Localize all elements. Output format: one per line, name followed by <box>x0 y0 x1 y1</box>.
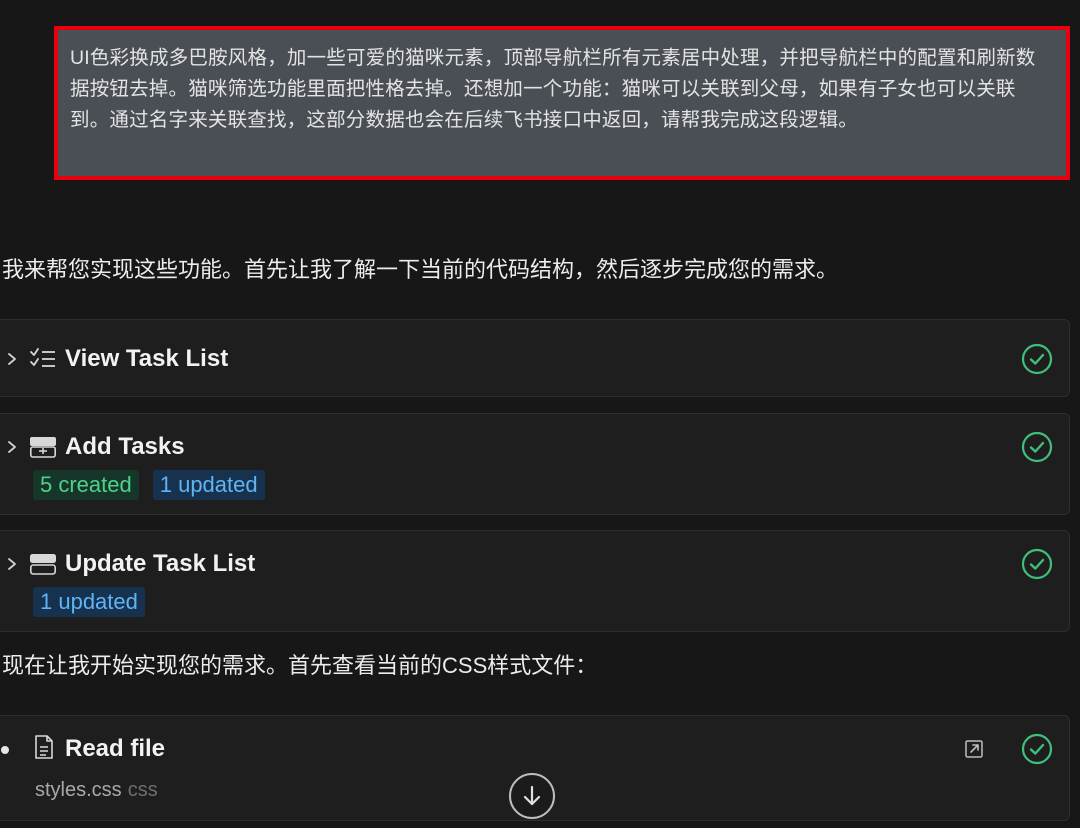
assistant-intro-text: 我来帮您实现这些功能。首先让我了解一下当前的代码结构，然后逐步完成您的需求。 <box>2 257 839 282</box>
file-name-text: styles.css <box>35 779 122 801</box>
tray-add-icon <box>29 437 56 458</box>
chat-panel: UI色彩换成多巴胺风格，加一些可爱的猫咪元素，顶部导航栏所有元素居中处理，并把导… <box>0 0 1080 828</box>
assistant-followup-text: 现在让我开始实现您的需求。首先查看当前的CSS样式文件： <box>2 653 598 678</box>
file-ext-text: css <box>127 779 158 801</box>
document-icon <box>35 735 53 759</box>
arrow-down-icon <box>523 785 541 806</box>
updated-count-badge: 1 updated <box>152 470 265 500</box>
card-title: Update Task List <box>65 550 256 577</box>
scroll-to-bottom-button[interactable] <box>509 773 555 819</box>
checklist-icon <box>30 348 55 367</box>
open-external-icon[interactable] <box>963 738 985 760</box>
task-badges: 1 updated <box>33 587 145 617</box>
chevron-right-icon[interactable] <box>5 352 19 366</box>
add-tasks-card[interactable]: Add Tasks 5 created 1 updated <box>0 413 1070 515</box>
check-circle-icon <box>1021 431 1053 463</box>
bullet-dot <box>1 746 9 754</box>
file-path[interactable]: styles.css css <box>35 776 158 804</box>
view-task-list-card[interactable]: View Task List <box>0 319 1070 397</box>
stack-icon <box>29 554 56 575</box>
user-message-text: UI色彩换成多巴胺风格，加一些可爱的猫咪元素，顶部导航栏所有元素居中处理，并把导… <box>70 47 1036 131</box>
card-title: Add Tasks <box>65 433 185 460</box>
check-circle-icon <box>1021 343 1053 375</box>
update-task-list-card[interactable]: Update Task List 1 updated <box>0 530 1070 632</box>
created-count-badge: 5 created <box>33 470 139 500</box>
user-message-bubble: UI色彩换成多巴胺风格，加一些可爱的猫咪元素，顶部导航栏所有元素居中处理，并把导… <box>54 26 1070 180</box>
card-title: Read file <box>65 735 166 762</box>
task-badges: 5 created 1 updated <box>33 470 265 500</box>
chevron-right-icon[interactable] <box>5 440 19 454</box>
check-circle-icon <box>1021 733 1053 765</box>
chevron-right-icon[interactable] <box>5 557 19 571</box>
check-circle-icon <box>1021 548 1053 580</box>
card-title: View Task List <box>65 345 229 372</box>
updated-count-badge: 1 updated <box>33 587 145 617</box>
